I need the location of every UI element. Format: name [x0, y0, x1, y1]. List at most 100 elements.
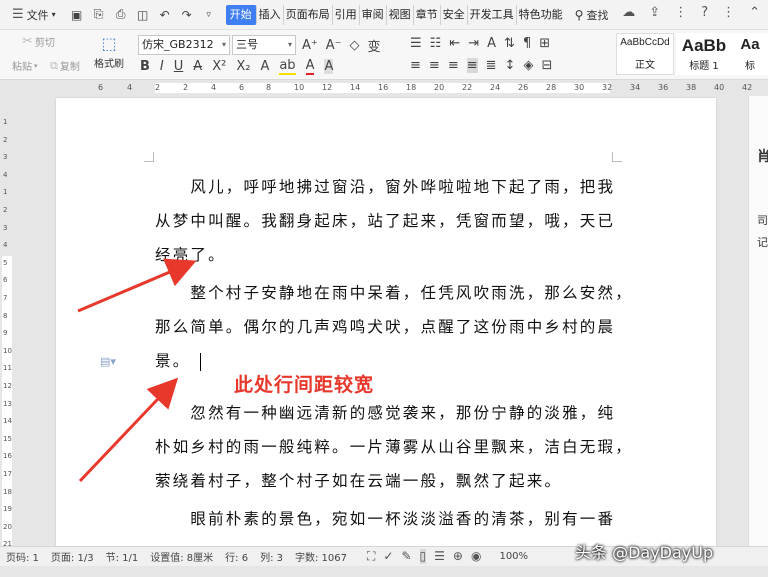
collapse-ribbon-icon[interactable]: ⌃	[749, 5, 760, 20]
status-section[interactable]: 节: 1/1	[106, 549, 139, 564]
underline-icon[interactable]: U	[174, 59, 184, 74]
format-painter-button[interactable]: ⬚ 格式刷	[94, 34, 124, 70]
text-line: 萦绕着村子，整个村子如在云端一般，飘然了起来。	[155, 472, 563, 490]
paragraph-2[interactable]: 整个村子安静地在雨中呆着，任凭风吹雨洗，那么安然， 那么简单。偶尔的几声鸡鸣犬吠…	[155, 276, 631, 378]
align-center-icon[interactable]: ≡	[429, 58, 440, 73]
ruler-number: 36	[658, 83, 669, 92]
char-shading-icon[interactable]: A	[324, 59, 334, 74]
status-setting[interactable]: 设置值: 8厘米	[150, 549, 213, 564]
clear-format-icon[interactable]: ◇	[350, 38, 360, 53]
fullscreen-icon[interactable]: ⛶	[367, 549, 375, 564]
print-preview-icon[interactable]: ◫	[134, 6, 152, 24]
italic-icon[interactable]: I	[160, 59, 164, 74]
sort-icon[interactable]: ⇅	[504, 36, 515, 51]
tab-security[interactable]: 安全	[441, 4, 468, 25]
tab-view[interactable]: 视图	[387, 4, 414, 25]
bullet-list-icon[interactable]: ☰	[410, 36, 422, 51]
paragraph-layout-icon[interactable]: ▤▾	[100, 355, 116, 368]
phonetic-guide-icon[interactable]: 变	[368, 36, 381, 55]
web-view-icon[interactable]: ⊕	[453, 549, 463, 564]
paragraph-1[interactable]: 风儿，呼呼地拂过窗沿，窗外哗啦啦地下起了雨，把我 从梦中叫醒。我翻身起床，站了起…	[155, 170, 615, 272]
share-icon[interactable]: ⇪	[649, 5, 660, 20]
pen-icon[interactable]: ✎	[401, 549, 411, 564]
text-line: 忽然有一种幽远清新的感觉袭来，那份宁静的淡雅，纯	[155, 404, 616, 422]
status-page-code[interactable]: 页码: 1	[6, 549, 39, 564]
ruler-number: 14	[3, 417, 12, 426]
text-line-content: 景。	[155, 352, 191, 370]
page-view-icon[interactable]: ▯	[419, 549, 427, 564]
tab-section[interactable]: 章节	[414, 4, 441, 25]
tab-home[interactable]: 开始	[225, 4, 257, 25]
panel-char: 记	[757, 236, 768, 249]
superscript-icon[interactable]: X²	[212, 59, 226, 74]
highlight-icon[interactable]: ab	[279, 58, 296, 75]
save-icon[interactable]: ▣	[68, 6, 86, 24]
horizontal-ruler[interactable]: 6 4 2 2 4 6 8 10 12 14 16 18 20 22 24 26 28 30 32 34 36 38 40 4…	[0, 80, 768, 96]
style-heading-1-sample: AaBb	[681, 36, 727, 55]
tab-insert[interactable]: 插入	[257, 4, 284, 25]
paragraph-3[interactable]: 忽然有一种幽远清新的感觉袭来，那份宁静的淡雅，纯 朴如乡村的雨一般纯粹。一片薄雾…	[155, 396, 631, 498]
customize-icon[interactable]: ▿	[200, 6, 218, 24]
spellcheck-icon[interactable]: ✓	[383, 549, 393, 564]
font-size-select[interactable]: 三号 ▾	[232, 35, 296, 55]
print-icon[interactable]: ⎙	[112, 6, 130, 24]
document-page[interactable]: 风儿，呼呼地拂过窗沿，窗外哗啦啦地下起了雨，把我 从梦中叫醒。我翻身起床，站了起…	[56, 98, 716, 548]
export-pdf-icon[interactable]: ⎘	[90, 6, 108, 24]
strikethrough-icon[interactable]: A	[193, 59, 202, 74]
style-heading-1[interactable]: AaBb 标题 1	[676, 33, 732, 75]
ruler-number: 4	[3, 170, 8, 179]
tab-references[interactable]: 引用	[333, 4, 360, 25]
numbered-list-icon[interactable]: ☷	[430, 36, 442, 51]
justify-icon[interactable]: ≡	[466, 58, 478, 73]
text-effect-icon[interactable]: A	[260, 59, 269, 74]
font-color-icon[interactable]: A	[305, 58, 315, 75]
chevron-down-icon: ▾	[34, 61, 38, 70]
status-page[interactable]: 页面: 1/3	[51, 549, 94, 564]
align-left-icon[interactable]: ≡	[410, 58, 421, 73]
vertical-ruler[interactable]: 1 2 3 4 1 2 3 4 5 6 7 8 9 10 11 12 13 14 15 16 17 18 19 20 21	[0, 96, 14, 548]
eye-protection-icon[interactable]: ◉	[471, 549, 481, 564]
ruler-number: 2	[183, 83, 189, 92]
distributed-icon[interactable]: ≣	[486, 58, 497, 73]
style-normal[interactable]: AaBbCcDd 正文	[616, 33, 674, 75]
chinese-layout-icon[interactable]: A	[487, 36, 496, 51]
table-border-icon[interactable]: ⊟	[541, 58, 552, 73]
shading-icon[interactable]: ◈	[523, 58, 533, 73]
show-marks-icon[interactable]: ¶	[523, 36, 531, 51]
tab-features[interactable]: 特色功能	[517, 5, 565, 25]
align-right-icon[interactable]: ≡	[448, 58, 459, 73]
increase-font-icon[interactable]: A⁺	[302, 38, 318, 53]
decrease-font-icon[interactable]: A⁻	[326, 38, 342, 53]
style-heading-2[interactable]: Aa 标	[732, 33, 768, 75]
status-col[interactable]: 列: 3	[260, 549, 283, 564]
more-options-icon[interactable]: ⋮	[722, 5, 735, 20]
paste-button[interactable]: 粘贴 ▾	[12, 58, 38, 74]
margin-mark-top-right	[612, 152, 622, 162]
more-icon[interactable]: ⋮	[674, 5, 687, 20]
line-spacing-icon[interactable]: ↕	[505, 58, 516, 73]
ruler-number: 5	[3, 258, 8, 267]
paragraph-4[interactable]: 眼前朴素的景色，宛如一杯淡淡溢香的清茶，别有一番	[155, 502, 615, 536]
tab-review[interactable]: 审阅	[360, 4, 387, 25]
cut-button[interactable]: ✂ 剪切	[22, 34, 55, 49]
right-nav-panel[interactable]: 肖 司 记	[748, 96, 768, 546]
search-button[interactable]: ⚲ 查找	[575, 7, 609, 23]
subscript-icon[interactable]: X₂	[236, 59, 250, 74]
borders-icon[interactable]: ⊞	[539, 36, 550, 51]
cloud-sync-icon[interactable]: ☁	[622, 5, 635, 20]
copy-button[interactable]: ⧉ 复制	[50, 58, 80, 74]
font-name-select[interactable]: 仿宋_GB2312 ▾	[138, 35, 230, 55]
status-word-count[interactable]: 字数: 1067	[295, 549, 347, 564]
bold-icon[interactable]: B	[140, 59, 150, 74]
help-icon[interactable]: ?	[701, 5, 708, 20]
undo-icon[interactable]: ↶	[156, 6, 174, 24]
decrease-indent-icon[interactable]: ⇤	[449, 36, 460, 51]
status-row[interactable]: 行: 6	[225, 549, 248, 564]
redo-icon[interactable]: ↷	[178, 6, 196, 24]
outline-view-icon[interactable]: ☰	[434, 549, 445, 564]
tab-developer[interactable]: 开发工具	[468, 4, 517, 25]
increase-indent-icon[interactable]: ⇥	[468, 36, 479, 51]
tab-page-layout[interactable]: 页面布局	[284, 4, 333, 25]
zoom-level[interactable]: 100%	[499, 551, 528, 562]
file-menu[interactable]: ☰ 文件 ▾	[6, 4, 62, 26]
